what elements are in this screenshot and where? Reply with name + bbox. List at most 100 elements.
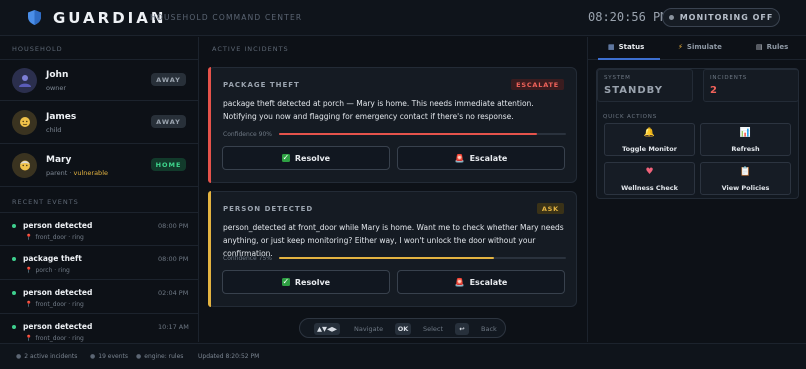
event-dot-icon xyxy=(12,325,16,329)
incident-card-person-detected: PERSON DETECTED ASK person_detected at f… xyxy=(208,191,577,307)
navigation-hint-bar: ▲▼◀▶ Navigate OK Select ↩ Back xyxy=(299,318,506,338)
event-title: person detected xyxy=(23,221,93,230)
event-location: 📍 front_door · ring xyxy=(25,234,84,241)
clock: 08:20:56 PM xyxy=(588,10,668,24)
elder-icon xyxy=(12,153,37,178)
member-james[interactable]: James child AWAY xyxy=(0,102,199,144)
tab-rules[interactable]: ▤ Rules xyxy=(756,43,788,51)
status-panel: SYSTEM STANDBY INCIDENTS 2 QUICK ACTIONS… xyxy=(596,68,799,199)
escalate-button[interactable]: 🚨 Escalate xyxy=(397,270,565,294)
incidents-stat: INCIDENTS 2 xyxy=(703,69,799,102)
event-location: 📍 porch · ring xyxy=(25,267,70,274)
household-label: HOUSEHOLD xyxy=(12,45,63,53)
bolt-icon: ⚡ xyxy=(678,43,683,51)
event-location: 📍 front_door · ring xyxy=(25,301,84,308)
footer-updated: Updated 8:20:52 PM xyxy=(198,353,260,360)
event-time: 10:17 AM xyxy=(158,323,189,331)
incident-message: package theft detected at porch — Mary i… xyxy=(223,99,534,121)
active-tab-indicator xyxy=(598,58,660,60)
event-dot-icon xyxy=(12,291,16,295)
incidents-count: 2 xyxy=(710,85,718,96)
member-mary[interactable]: Mary parent · vulnerable HOME xyxy=(0,145,199,187)
siren-icon: 🚨 xyxy=(454,153,465,163)
select-hint: Select xyxy=(423,325,444,333)
check-icon: ✓ xyxy=(281,277,290,286)
pin-icon: 📍 xyxy=(25,267,33,274)
chart-icon: 📊 xyxy=(739,128,752,138)
view-policies-button[interactable]: 📋 View Policies xyxy=(700,162,791,195)
footer-engine: ● engine: rules xyxy=(136,353,184,360)
shield-icon xyxy=(28,10,41,25)
event-time: 08:00 PM xyxy=(158,222,189,230)
back-hint: Back xyxy=(481,325,497,333)
list-item[interactable]: package theft 📍 porch · ring 08:00 PM xyxy=(0,246,199,280)
chart-icon: ▦ xyxy=(608,43,615,51)
recent-events-label: RECENT EVENTS xyxy=(12,198,79,206)
toggle-monitor-button[interactable]: 🔔 Toggle Monitor xyxy=(604,123,695,156)
clipboard-icon: 📋 xyxy=(739,167,752,177)
escalate-button[interactable]: 🚨 Escalate xyxy=(397,146,565,170)
resolve-button[interactable]: ✓ Resolve xyxy=(222,270,390,294)
incident-tag: ASK xyxy=(536,203,564,214)
navigate-hint: Navigate xyxy=(354,325,384,333)
incident-message: person_detected at front_door while Mary… xyxy=(223,223,564,258)
top-bar: GUARDIAN HOUSEHOLD COMMAND CENTER 08:20:… xyxy=(0,0,806,36)
status-dot-icon xyxy=(668,15,674,20)
refresh-button[interactable]: 📊 Refresh xyxy=(700,123,791,156)
event-title: person detected xyxy=(23,288,93,297)
confidence-bar xyxy=(279,257,566,259)
bell-icon: 🔔 xyxy=(643,128,656,138)
system-stat: SYSTEM STANDBY xyxy=(597,69,693,102)
event-title: package theft xyxy=(23,254,82,263)
confidence-fill xyxy=(279,133,538,135)
monitoring-label: MONITORING OFF xyxy=(679,13,774,22)
status-footer: ● 2 active incidents ● 19 events ● engine: … xyxy=(0,343,806,369)
system-label: SYSTEM xyxy=(604,75,631,81)
back-key-icon: ↩ xyxy=(455,323,469,335)
pin-icon: 📍 xyxy=(25,335,33,342)
incident-title: PERSON DETECTED xyxy=(223,205,314,213)
member-role: parent · vulnerable xyxy=(46,169,108,177)
event-dot-icon xyxy=(12,224,16,228)
member-name: Mary xyxy=(46,155,72,165)
left-sidebar: HOUSEHOLD John owner AWAY James child AW… xyxy=(0,37,199,342)
document-icon: ▤ xyxy=(756,43,763,51)
system-value: STANDBY xyxy=(604,85,663,96)
child-icon xyxy=(12,110,37,135)
incidents-panel: ACTIVE INCIDENTS PACKAGE THEFT ESCALATE … xyxy=(200,37,586,342)
app-subtitle: HOUSEHOLD COMMAND CENTER xyxy=(150,13,303,22)
siren-icon: 🚨 xyxy=(454,277,465,287)
wellness-check-button[interactable]: ♥ Wellness Check xyxy=(604,162,695,195)
resolve-button[interactable]: ✓ Resolve xyxy=(222,146,390,170)
arrow-keys-icon: ▲▼◀▶ xyxy=(314,323,340,335)
footer-events: ● 19 events xyxy=(90,353,129,360)
heart-icon: ♥ xyxy=(645,167,654,177)
incidents-label: INCIDENTS xyxy=(710,75,748,81)
monitoring-toggle-button[interactable]: MONITORING OFF xyxy=(662,8,780,27)
confidence-label: Confidence 75% xyxy=(223,255,272,262)
incident-card-package-theft: PACKAGE THEFT ESCALATE package theft det… xyxy=(208,67,577,183)
vulnerable-flag: vulnerable xyxy=(73,169,108,177)
member-role: child xyxy=(46,126,62,134)
check-icon: ✓ xyxy=(281,153,290,162)
member-john[interactable]: John owner AWAY xyxy=(0,59,199,101)
list-item[interactable]: person detected 📍 front_door · ring 02:04… xyxy=(0,280,199,314)
tab-status[interactable]: ▦ Status xyxy=(608,43,644,51)
tab-simulate[interactable]: ⚡ Simulate xyxy=(678,43,722,51)
member-name: John xyxy=(46,70,69,80)
pin-icon: 📍 xyxy=(25,234,33,241)
member-name: James xyxy=(46,112,77,122)
card-accent xyxy=(208,191,211,307)
ok-key: OK xyxy=(395,323,411,335)
pin-icon: 📍 xyxy=(25,301,33,308)
confidence-fill xyxy=(279,257,495,259)
card-accent xyxy=(208,67,211,183)
list-item[interactable]: person detected 📍 front_door · ring 08:00… xyxy=(0,212,199,246)
incident-title: PACKAGE THEFT xyxy=(223,81,300,89)
active-incidents-label: ACTIVE INCIDENTS xyxy=(212,45,289,53)
event-title: person detected xyxy=(23,322,93,331)
event-time: 02:04 PM xyxy=(158,289,189,297)
right-panel: ▦ Status ⚡ Simulate ▤ Rules SYSTEM STANDBY … xyxy=(587,37,806,342)
status-badge: HOME xyxy=(151,158,186,171)
tab-bar: ▦ Status ⚡ Simulate ▤ Rules xyxy=(588,37,806,60)
